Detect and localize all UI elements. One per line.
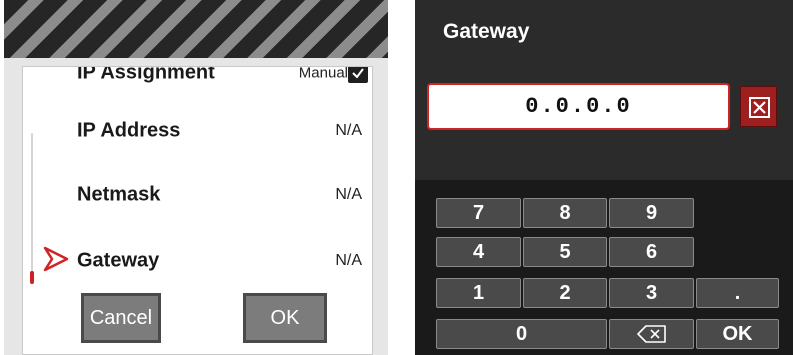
ip-assignment-label: IP Assignment	[77, 66, 215, 84]
backspace-icon	[636, 325, 666, 343]
key-8[interactable]: 8	[523, 198, 607, 228]
backspace-key[interactable]	[609, 319, 694, 349]
key-7[interactable]: 7	[436, 198, 521, 228]
key-dot[interactable]: .	[696, 278, 779, 308]
key-0[interactable]: 0	[436, 319, 607, 349]
row-ip-address[interactable]: IP Address N/A	[23, 111, 372, 151]
scrollbar-thumb[interactable]	[30, 271, 34, 284]
netmask-label: Netmask	[77, 183, 161, 206]
selection-arrow-icon	[43, 246, 69, 272]
checkbox-icon[interactable]	[348, 67, 368, 83]
numeric-keypad: 7 8 9 4 5 6 1 2 3 . 0 OK	[415, 180, 793, 355]
netmask-value: N/A	[335, 186, 362, 203]
row-netmask[interactable]: Netmask N/A	[23, 175, 372, 215]
clear-x-icon	[749, 97, 770, 118]
network-settings-panel: IP Assignment Manual IP Address N/A Netm…	[4, 0, 388, 355]
hazard-stripe-header	[4, 0, 388, 58]
key-ok[interactable]: OK	[696, 319, 779, 349]
gateway-input[interactable]: 0.0.0.0	[427, 83, 730, 130]
clear-button[interactable]	[740, 86, 777, 127]
ip-assignment-value: Manual	[298, 66, 348, 82]
row-gateway[interactable]: Gateway N/A	[23, 241, 372, 281]
dialog-title: Gateway	[443, 20, 530, 43]
gateway-keypad-dialog: Gateway 0.0.0.0 7 8 9 4 5 6 1 2 3 . 0 OK	[415, 0, 793, 355]
key-5[interactable]: 5	[523, 237, 607, 267]
scrollbar-track[interactable]	[31, 133, 33, 281]
gateway-label: Gateway	[77, 249, 160, 272]
key-2[interactable]: 2	[523, 278, 607, 308]
settings-card: IP Assignment Manual IP Address N/A Netm…	[22, 66, 373, 355]
key-3[interactable]: 3	[609, 278, 694, 308]
ok-button[interactable]: OK	[243, 293, 327, 343]
ip-address-value: N/A	[335, 122, 362, 139]
key-4[interactable]: 4	[436, 237, 521, 267]
ip-address-label: IP Address	[77, 119, 181, 142]
key-6[interactable]: 6	[609, 237, 694, 267]
key-1[interactable]: 1	[436, 278, 521, 308]
cancel-button[interactable]: Cancel	[81, 293, 161, 343]
row-ip-assignment[interactable]: IP Assignment Manual	[23, 66, 372, 93]
gateway-value: N/A	[335, 252, 362, 269]
gateway-input-value: 0.0.0.0	[525, 94, 632, 119]
key-9[interactable]: 9	[609, 198, 694, 228]
